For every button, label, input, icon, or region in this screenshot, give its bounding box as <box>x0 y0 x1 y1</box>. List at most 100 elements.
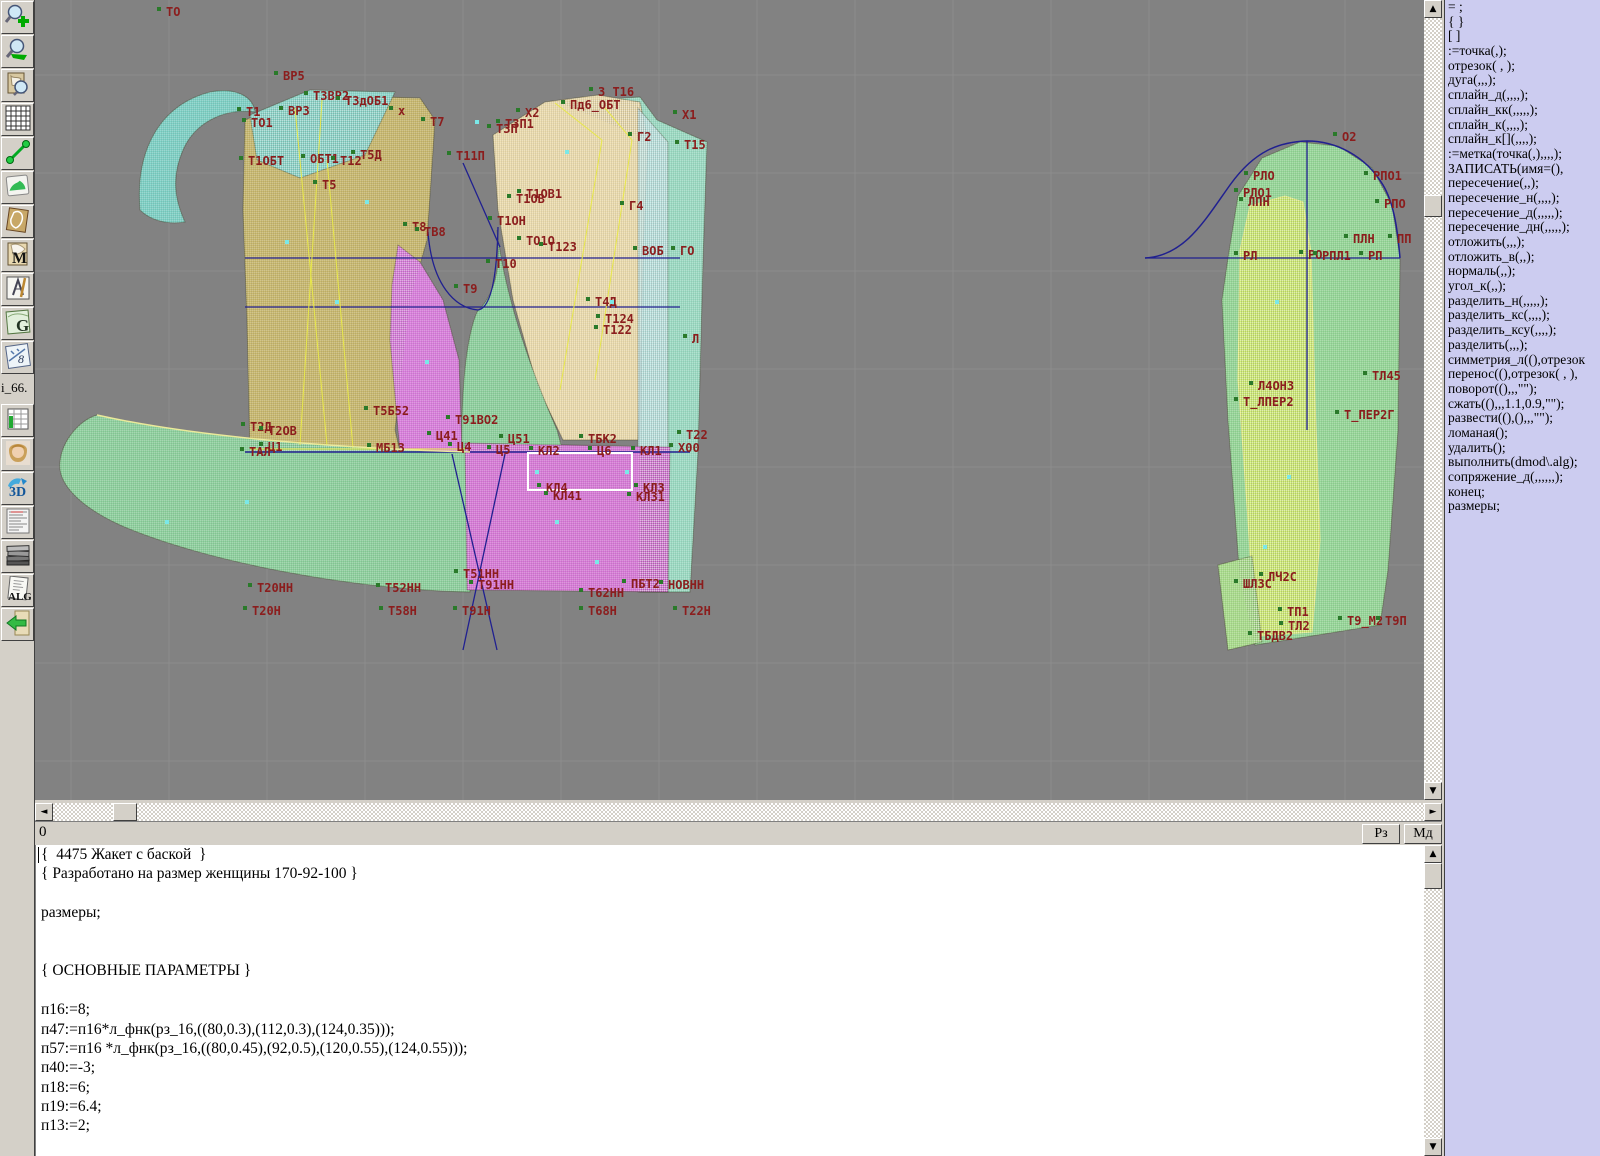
panel-function-item[interactable]: симметрия_л((),отрезок <box>1445 353 1600 368</box>
algorithm-editor[interactable]: { 4475 Жакет с баской }{ Разработано на … <box>35 845 1424 1156</box>
panel-function-item[interactable]: конец; <box>1445 485 1600 500</box>
panel-function-item[interactable]: пересечение_дн(,,,,,); <box>1445 220 1600 235</box>
point-marker <box>241 422 245 426</box>
model-photo-button[interactable] <box>1 438 34 471</box>
canvas-vscroll-thumb[interactable] <box>1424 195 1442 217</box>
panel-function-item[interactable]: сплайн_к(,,,,); <box>1445 118 1600 133</box>
alg-document-button[interactable]: ALG <box>1 574 34 607</box>
canvas-scroll-down-button[interactable]: ▼ <box>1424 782 1442 800</box>
panel-function-item[interactable]: пересечение(,,); <box>1445 176 1600 191</box>
point-marker <box>313 180 317 184</box>
panel-function-item[interactable]: размеры; <box>1445 499 1600 514</box>
svg-text:3D: 3D <box>9 485 26 500</box>
panel-function-item[interactable]: разделить_ксу(,,,,); <box>1445 323 1600 338</box>
editor-vscrollbar[interactable] <box>1424 845 1442 1156</box>
canvas-hscrollbar[interactable] <box>35 803 1424 821</box>
panel-function-item[interactable]: [ ] <box>1445 29 1600 44</box>
3d-button[interactable]: 3D <box>1 472 34 505</box>
reference-marker <box>335 300 339 304</box>
point-marker <box>1244 171 1248 175</box>
list-button[interactable] <box>1 506 34 539</box>
editor-scroll-down-button[interactable]: ▼ <box>1424 1138 1442 1156</box>
panel-function-item[interactable]: разделить(,,,); <box>1445 338 1600 353</box>
point-marker <box>389 106 393 110</box>
point-marker <box>529 446 533 450</box>
panel-function-item[interactable]: = ; <box>1445 0 1600 15</box>
md-button[interactable]: Мд <box>1404 824 1442 844</box>
canvas-hscroll-thumb[interactable] <box>113 803 137 821</box>
pattern-point-label: ЛПН <box>1248 195 1270 209</box>
panel-function-item[interactable]: поворот((),,,""); <box>1445 382 1600 397</box>
pattern-point-label: Т11П <box>456 149 485 163</box>
panel-function-item[interactable]: пересечение_д(,,,,,); <box>1445 206 1600 221</box>
point-marker <box>1279 621 1283 625</box>
panel-function-item[interactable]: разделить_кс(,,,,); <box>1445 308 1600 323</box>
image-button[interactable] <box>1 171 34 204</box>
panel-function-item[interactable]: разделить_н(,,,,,); <box>1445 294 1600 309</box>
preview-button[interactable] <box>1 69 34 102</box>
pattern-point-label: ПБТ2 <box>631 577 660 591</box>
panel-function-item[interactable]: сплайн_к[](,,,,); <box>1445 132 1600 147</box>
reference-marker <box>1287 475 1291 479</box>
reference-marker <box>535 470 539 474</box>
panel-function-item[interactable]: удалить(); <box>1445 441 1600 456</box>
panel-function-item[interactable]: ЗАПИСАТЬ(имя=(), <box>1445 162 1600 177</box>
canvas-scroll-up-button[interactable]: ▲ <box>1424 0 1442 18</box>
panel-function-item[interactable]: отложить_в(,,); <box>1445 250 1600 265</box>
panel-function-item[interactable]: перенос((),отрезок( , ), <box>1445 367 1600 382</box>
panel-function-item[interactable]: :=метка(точка(,),,,,); <box>1445 147 1600 162</box>
m-document-button[interactable]: M <box>1 239 34 272</box>
canvas-scroll-left-button[interactable]: ◄ <box>35 803 53 821</box>
panel-function-item[interactable]: сопряжение_д(,,,,,,); <box>1445 470 1600 485</box>
pattern-canvas[interactable]: ТОВР5Т1ТО1ВР3Т3ВР2Т3дОБ1хТ7Т1ОБТОБТ1Т12Т… <box>35 0 1424 800</box>
editor-line <box>36 923 1424 942</box>
zoom-out-button[interactable] <box>1 35 34 68</box>
point-marker <box>421 117 425 121</box>
panel-function-item[interactable]: угол_к(,,); <box>1445 279 1600 294</box>
books-button[interactable] <box>1 540 34 573</box>
point-marker <box>579 434 583 438</box>
pattern-point-label: Т20НН <box>257 581 293 595</box>
reference-marker <box>565 150 569 154</box>
panel-function-item[interactable]: сплайн_кк(,,,,,); <box>1445 103 1600 118</box>
panel-function-item[interactable]: дуга(,,,); <box>1445 73 1600 88</box>
pattern-point-label: Ц4 <box>457 440 471 454</box>
panel-function-item[interactable]: сплайн_д(,,,,); <box>1445 88 1600 103</box>
point-marker <box>301 154 305 158</box>
reference-marker <box>1275 300 1279 304</box>
pattern-sheet-button[interactable] <box>1 205 34 238</box>
drafting-button[interactable] <box>1 273 34 306</box>
point-marker <box>446 415 450 419</box>
rz-button[interactable]: Рз <box>1362 824 1400 844</box>
pattern-point-label: Т_ПЕР2Г <box>1344 408 1395 423</box>
canvas-vscrollbar[interactable] <box>1424 0 1442 800</box>
point-marker <box>677 430 681 434</box>
panel-function-item[interactable]: пересечение_н(,,,,); <box>1445 191 1600 206</box>
toolbar: M G 8 i_66. 3D ALG <box>0 0 35 1156</box>
panel-function-item[interactable]: отложить(,,,); <box>1445 235 1600 250</box>
grid-button[interactable] <box>1 103 34 136</box>
editor-vscroll-thumb[interactable] <box>1424 863 1442 889</box>
canvas-scroll-right-button[interactable]: ► <box>1424 803 1442 821</box>
panel-function-item[interactable]: отрезок( , ); <box>1445 59 1600 74</box>
pattern-point-label: Т2ОВ <box>268 424 297 438</box>
panel-function-item[interactable]: { } <box>1445 15 1600 30</box>
panel-function-item[interactable]: развести((),(),,,""); <box>1445 411 1600 426</box>
panel-function-item[interactable]: сжать((),,,1.1,0.9,""); <box>1445 397 1600 412</box>
panel-function-item[interactable]: выполнить(dmod\.alg); <box>1445 455 1600 470</box>
measurements-button[interactable]: 8 <box>1 341 34 374</box>
table-button[interactable] <box>1 404 34 437</box>
point-marker <box>683 334 687 338</box>
g-map-button[interactable]: G <box>1 307 34 340</box>
svg-text:G: G <box>16 316 29 335</box>
pattern-point-label: ТО1 <box>251 116 273 130</box>
exit-button[interactable] <box>1 608 34 641</box>
panel-function-item[interactable]: нормаль(,,); <box>1445 264 1600 279</box>
panel-function-item[interactable]: ломаная(); <box>1445 426 1600 441</box>
zoom-in-button[interactable] <box>1 1 34 34</box>
point-marker <box>237 107 241 111</box>
editor-scroll-up-button[interactable]: ▲ <box>1424 845 1442 863</box>
panel-function-item[interactable]: :=точка(,); <box>1445 44 1600 59</box>
point-marker <box>1376 616 1380 620</box>
segment-button[interactable] <box>1 137 34 170</box>
